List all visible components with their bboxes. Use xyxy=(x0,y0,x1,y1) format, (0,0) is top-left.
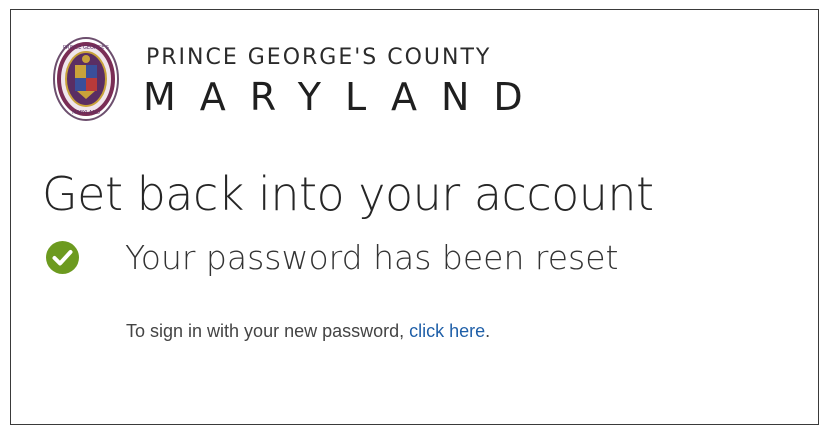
page-title: Get back into your account xyxy=(42,167,654,221)
brand-state-name: MARYLAND xyxy=(143,75,547,119)
click-here-link[interactable]: click here xyxy=(409,321,485,341)
svg-text:MARYLAND: MARYLAND xyxy=(72,110,100,116)
signin-instruction: To sign in with your new password, click… xyxy=(126,321,490,342)
county-seal-icon: PRINCE GEORGE'S MARYLAND xyxy=(53,37,119,121)
status-message: Your password has been reset xyxy=(125,237,619,277)
status-message-row: Your password has been reset xyxy=(46,233,618,281)
check-circle-icon xyxy=(46,240,79,274)
brand-county-name: PRINCE GEORGE'S COUNTY xyxy=(146,45,492,70)
instruction-suffix: . xyxy=(485,321,491,341)
svg-text:PRINCE GEORGE'S: PRINCE GEORGE'S xyxy=(63,45,109,51)
instruction-prefix: To sign in with your new password, xyxy=(126,321,410,341)
